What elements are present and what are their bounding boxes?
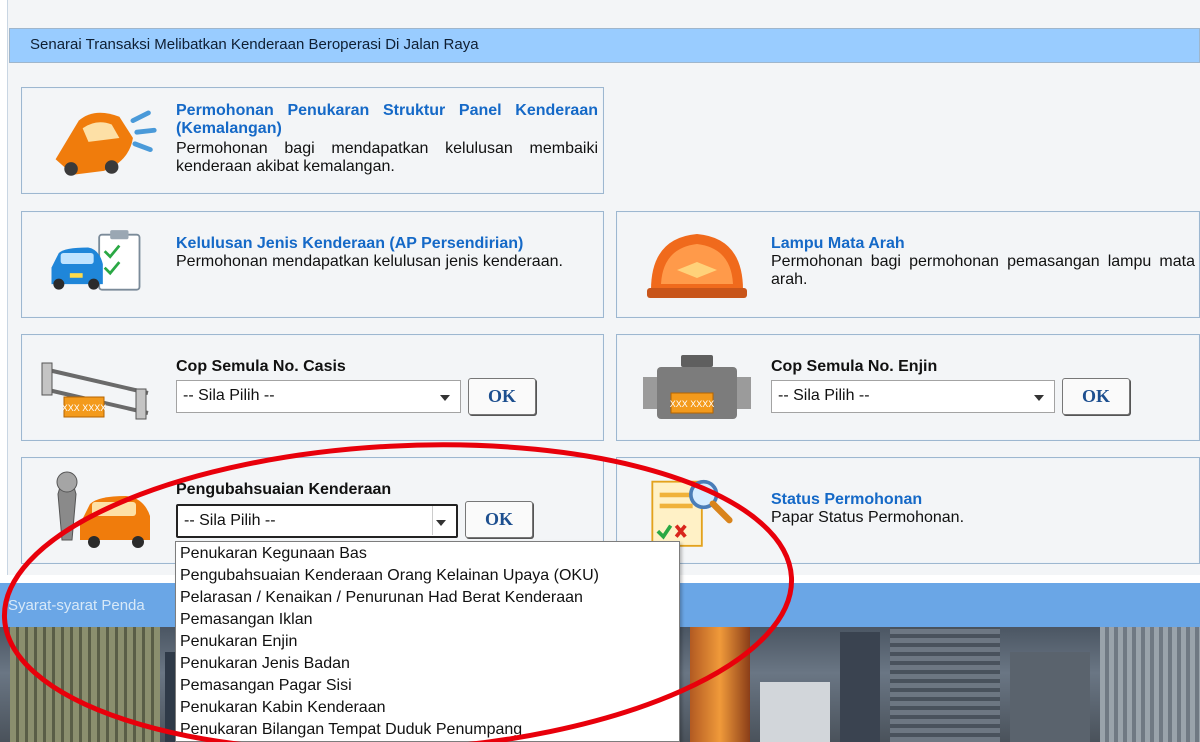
car-checklist-icon (51, 230, 141, 291)
status-title[interactable]: Status Permohonan (771, 491, 922, 509)
ap-title[interactable]: Kelulusan Jenis Kenderaan (AP Persendiri… (176, 235, 598, 253)
enjin-ok-button[interactable]: OK (1062, 378, 1130, 415)
panel-struktur-panel[interactable]: Permohonan Penukaran Struktur Panel Kend… (21, 87, 604, 194)
enjin-select[interactable]: -- Sila Pilih -- (771, 380, 1055, 413)
chevron-down-icon (440, 395, 450, 401)
pengubahsuaian-select[interactable]: -- Sila Pilih -- (176, 504, 458, 538)
casis-select-value: -- Sila Pilih -- (183, 387, 275, 404)
ap-desc: Permohonan mendapatkan kelulusan jenis k… (176, 253, 563, 270)
lampu-desc: Permohonan bagi permohonan pemasangan la… (771, 253, 1195, 288)
engine-icon: XXX XXXX (643, 355, 751, 419)
dropdown-option[interactable]: Pemasangan Iklan (176, 609, 679, 631)
conditions-bar-text[interactable]: Syarat-syarat Penda (8, 597, 145, 614)
lampu-title[interactable]: Lampu Mata Arah (771, 235, 1195, 253)
pengubahsuaian-dropdown-list[interactable]: Penukaran Kegunaan Bas Pengubahsuaian Ke… (175, 541, 680, 742)
section-header: Senarai Transaksi Melibatkan Kenderaan B… (9, 28, 1200, 63)
dropdown-option[interactable]: Penukaran Kegunaan Bas (176, 543, 679, 565)
pengubahsuaian-title: Pengubahsuaian Kenderaan (176, 481, 392, 498)
enjin-title: Cop Semula No. Enjin (771, 358, 938, 375)
svg-text:XXX XXXX: XXX XXXX (62, 403, 107, 413)
enjin-select-value: -- Sila Pilih -- (778, 387, 870, 404)
pengubahsuaian-ok-button[interactable]: OK (465, 501, 533, 538)
casis-title: Cop Semula No. Casis (176, 358, 346, 375)
svg-text:XXX XXXX: XXX XXXX (670, 399, 715, 409)
struktur-desc: Permohonan bagi mendapatkan kelulusan me… (176, 140, 598, 175)
pengubahsuaian-select-value: -- Sila Pilih -- (184, 512, 276, 529)
dropdown-option[interactable]: Penukaran Enjin (176, 631, 679, 653)
dropdown-option[interactable]: Penukaran Jenis Badan (176, 653, 679, 675)
dropdown-option[interactable]: Pengubahsuaian Kenderaan Orang Kelainan … (176, 565, 679, 587)
chevron-down-icon (1034, 395, 1044, 401)
chassis-icon: XXX XXXX (41, 362, 149, 420)
dropdown-option[interactable]: Pemasangan Pagar Sisi (176, 675, 679, 697)
car-wrench-icon (56, 471, 150, 548)
casis-select[interactable]: -- Sila Pilih -- (176, 380, 461, 413)
panel-status-permohonan[interactable]: Status Permohonan Papar Status Permohona… (616, 457, 1200, 564)
dropdown-option[interactable]: Penukaran Kabin Kenderaan (176, 697, 679, 719)
panel-lampu-mata-arah[interactable]: Lampu Mata Arah Permohonan bagi permohon… (616, 211, 1200, 318)
panel-ap-persendirian[interactable]: Kelulusan Jenis Kenderaan (AP Persendiri… (21, 211, 604, 318)
chevron-down-icon (436, 520, 446, 526)
crashed-car-icon (55, 110, 157, 176)
panel-cop-enjin: XXX XXXX Cop Semula No. Enjin -- Sila Pi… (616, 334, 1200, 441)
casis-ok-button[interactable]: OK (468, 378, 536, 415)
dropdown-option[interactable]: Pelarasan / Kenaikan / Penurunan Had Ber… (176, 587, 679, 609)
dropdown-option[interactable]: Penukaran Bilangan Tempat Duduk Penumpan… (176, 719, 679, 741)
struktur-title[interactable]: Permohonan Penukaran Struktur Panel Kend… (176, 102, 598, 138)
status-desc: Papar Status Permohonan. (771, 509, 965, 526)
beacon-lamp-icon (647, 234, 747, 298)
panel-cop-casis: XXX XXXX Cop Semula No. Casis -- Sila Pi… (21, 334, 604, 441)
